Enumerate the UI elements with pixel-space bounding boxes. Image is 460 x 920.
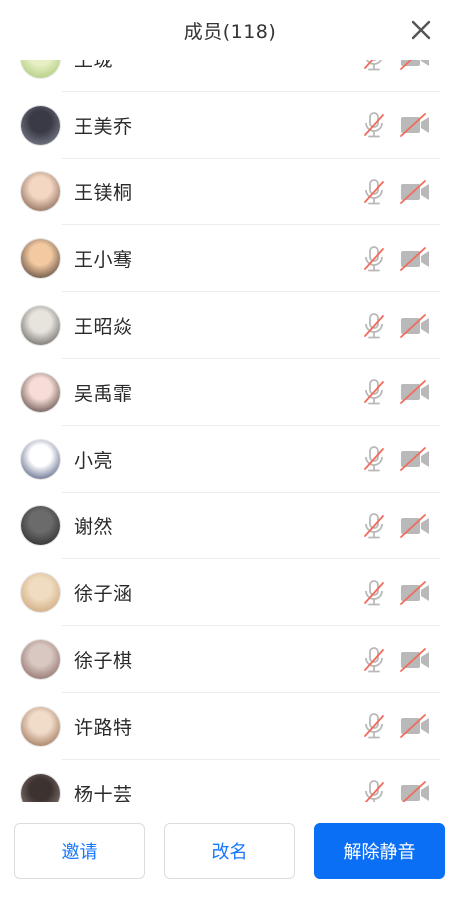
members-header: 成员(118) (0, 0, 460, 60)
camera-off-icon[interactable] (399, 313, 431, 339)
member-name: 王镁桐 (74, 182, 133, 205)
member-name: 杨十芸 (74, 783, 133, 802)
mic-muted-icon[interactable] (362, 712, 386, 740)
avatar (20, 171, 61, 213)
member-name: 吴禹霏 (74, 382, 133, 405)
avatar (20, 60, 61, 79)
avatar (20, 371, 61, 413)
camera-off-icon[interactable] (399, 780, 431, 802)
camera-off-icon[interactable] (399, 446, 431, 472)
member-row[interactable]: 小亮 (0, 426, 460, 493)
camera-off-icon[interactable] (399, 60, 431, 71)
camera-off-icon[interactable] (399, 580, 431, 606)
member-name: 王珑 (74, 60, 113, 72)
camera-off-icon[interactable] (399, 513, 431, 539)
mic-muted-icon[interactable] (362, 178, 386, 206)
member-row[interactable]: 谢然 (0, 493, 460, 560)
mic-muted-icon[interactable] (362, 312, 386, 340)
mic-muted-icon[interactable] (362, 378, 386, 406)
mic-muted-icon[interactable] (362, 579, 386, 607)
member-row[interactable]: 徐子棋 (0, 626, 460, 693)
page-title: 成员(118) (183, 20, 277, 43)
mic-muted-icon[interactable] (362, 445, 386, 473)
avatar (20, 305, 61, 347)
avatar (20, 705, 61, 747)
member-row[interactable]: 王镁桐 (0, 159, 460, 226)
camera-off-icon[interactable] (399, 112, 431, 138)
close-icon[interactable] (406, 15, 436, 45)
member-row[interactable]: 杨十芸 (0, 760, 460, 802)
unmute-all-button[interactable]: 解除静音 (314, 823, 445, 879)
action-bar: 邀请 改名 解除静音 (0, 802, 460, 920)
camera-off-icon[interactable] (399, 379, 431, 405)
member-row[interactable]: 许路特 (0, 693, 460, 760)
avatar (20, 639, 61, 681)
member-row[interactable]: 王美乔 (0, 92, 460, 159)
member-name: 小亮 (74, 449, 114, 472)
member-row[interactable]: 王昭焱 (0, 292, 460, 359)
avatar (20, 772, 61, 802)
member-name: 许路特 (74, 716, 133, 739)
mic-muted-icon[interactable] (362, 245, 386, 273)
member-row[interactable]: 徐子涵 (0, 559, 460, 627)
mic-muted-icon[interactable] (362, 111, 386, 139)
avatar (20, 505, 61, 547)
mic-muted-icon[interactable] (362, 60, 386, 72)
mic-muted-icon[interactable] (362, 779, 386, 802)
member-row[interactable]: 王珑 (0, 60, 460, 92)
mic-muted-icon[interactable] (362, 512, 386, 540)
invite-button[interactable]: 邀请 (14, 823, 145, 879)
avatar (20, 572, 61, 614)
avatar (20, 104, 61, 146)
avatar (20, 238, 61, 280)
member-name: 王小骞 (74, 249, 133, 272)
camera-off-icon[interactable] (399, 647, 431, 673)
camera-off-icon[interactable] (399, 246, 431, 272)
mic-muted-icon[interactable] (362, 646, 386, 674)
member-row[interactable]: 王小骞 (0, 225, 460, 293)
member-name: 徐子涵 (74, 583, 133, 606)
camera-off-icon[interactable] (399, 179, 431, 205)
member-row[interactable]: 吴禹霏 (0, 359, 460, 426)
member-name: 王美乔 (74, 115, 133, 138)
member-name: 徐子棋 (74, 650, 133, 673)
member-name: 谢然 (74, 516, 114, 539)
member-list[interactable]: 王珑 王美乔 王镁桐 王小骞 (0, 60, 460, 802)
rename-button[interactable]: 改名 (164, 823, 295, 879)
avatar (20, 438, 61, 480)
camera-off-icon[interactable] (399, 713, 431, 739)
member-name: 王昭焱 (74, 316, 133, 339)
